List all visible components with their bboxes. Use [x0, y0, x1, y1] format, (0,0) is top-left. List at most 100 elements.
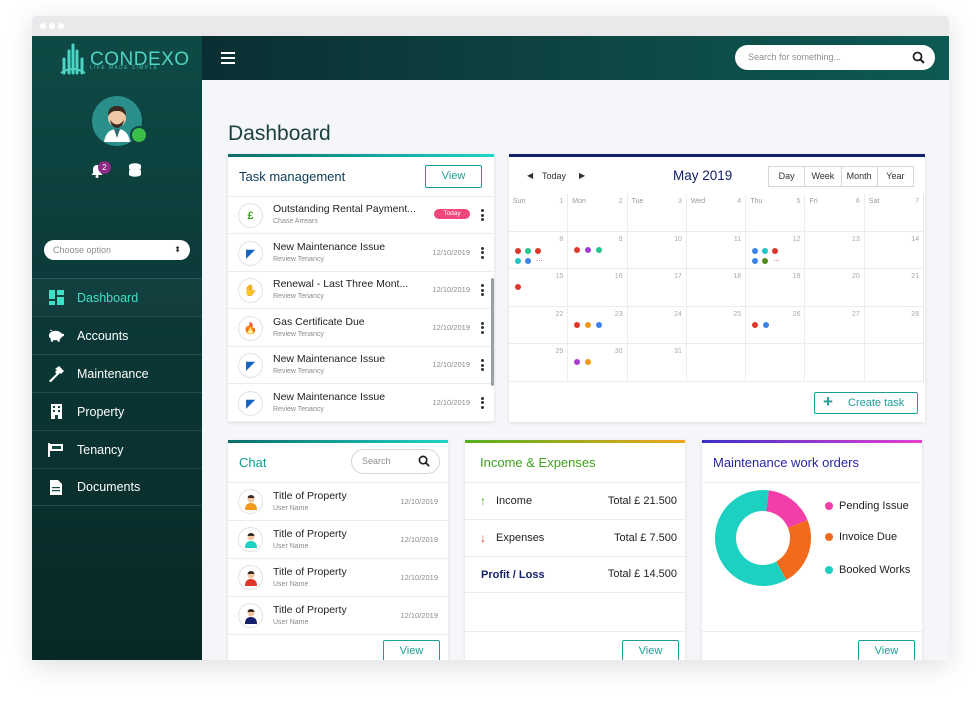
view-year-button[interactable]: Year [878, 167, 913, 186]
task-row[interactable]: £ Outstanding Rental Payment... Chase Arre… [228, 197, 494, 234]
more-options-icon[interactable] [481, 359, 484, 371]
sidebar-item-tenancy[interactable]: Tenancy [32, 430, 202, 468]
calendar-today-button[interactable]: Today [542, 171, 566, 181]
chat-search-input[interactable]: Search [351, 449, 440, 474]
calendar-day-cell[interactable]: 8... [509, 231, 569, 269]
event-dot[interactable] [585, 246, 592, 253]
calendar-day-cell[interactable]: 28 [864, 306, 925, 344]
chat-item[interactable]: Title of Property User Name 12/10/2019 [228, 559, 448, 597]
event-dot[interactable] [574, 321, 581, 328]
event-dot[interactable] [596, 246, 603, 253]
calendar-day-cell[interactable] [686, 344, 747, 382]
calendar-day-cell[interactable]: 24 [627, 306, 687, 344]
calendar-day-cell[interactable]: 13 [805, 231, 865, 269]
event-dot[interactable] [596, 321, 603, 328]
calendar-day-cell[interactable]: 19 [746, 269, 806, 307]
calendar-day-cell[interactable]: 18 [686, 269, 747, 307]
sidebar-item-maintenance[interactable]: Maintenance [32, 354, 202, 392]
more-events[interactable]: ... [773, 254, 780, 263]
event-dot[interactable] [763, 321, 770, 328]
calendar-day-cell[interactable]: 22 [509, 306, 569, 344]
sidebar-item-dashboard[interactable]: Dashboard [32, 278, 202, 316]
event-dot[interactable] [515, 247, 521, 254]
task-row[interactable]: 🔥 Gas Certificate Due Review Tenancy 12/10/… [228, 310, 494, 347]
choose-option-select[interactable]: Choose option ⬍ [44, 240, 190, 260]
calendar-day-cell[interactable]: 11 [686, 231, 747, 269]
task-row[interactable]: ◤ New Maintenance Issue Review Tenancy 12/1… [228, 347, 494, 384]
calendar-day-cell[interactable]: 27 [805, 306, 865, 344]
global-search-input[interactable]: Search for something... [735, 45, 935, 70]
more-options-icon[interactable] [481, 246, 484, 259]
maintenance-view-button[interactable]: View [858, 640, 915, 660]
event-dot[interactable] [574, 246, 581, 253]
calendar-day-cell[interactable]: Wed 4 [686, 194, 747, 232]
calendar-day-cell[interactable]: 9 [568, 231, 628, 269]
income-view-button[interactable]: View [622, 640, 679, 660]
calendar-day-cell[interactable]: 21 [864, 269, 925, 307]
task-list-scrollbar[interactable] [491, 278, 494, 386]
calendar-day-cell[interactable]: 23 [568, 306, 628, 344]
coins-icon[interactable] [127, 162, 143, 178]
event-dot[interactable] [762, 257, 769, 264]
calendar-day-cell[interactable]: 10 [627, 231, 687, 269]
prev-month-icon[interactable]: ◀ [527, 171, 533, 180]
chat-item[interactable]: Title of Property User Name 12/10/2019 [228, 521, 448, 559]
chat-item[interactable]: Title of Property User Name 12/10/2019 [228, 483, 448, 521]
calendar-day-cell[interactable]: 29 [509, 344, 569, 382]
event-dot[interactable] [752, 257, 759, 264]
calendar-day-cell[interactable]: 17 [627, 269, 687, 307]
calendar-day-cell[interactable]: Sun 1 [509, 194, 569, 232]
donut-slice-invoice-due[interactable] [776, 520, 811, 580]
event-dot[interactable] [574, 359, 581, 365]
create-task-button[interactable]: + Create task [814, 392, 918, 414]
search-icon[interactable] [912, 51, 925, 64]
event-dot[interactable] [525, 247, 531, 254]
event-dot[interactable] [585, 321, 592, 328]
chat-item[interactable]: Title of Property User Name 12/10/2019 [228, 597, 448, 635]
hamburger-menu-icon[interactable] [221, 52, 235, 64]
event-dot[interactable] [525, 257, 531, 264]
calendar-day-cell[interactable]: 25 [686, 306, 747, 344]
chat-view-button[interactable]: View [383, 640, 440, 660]
more-options-icon[interactable] [481, 321, 484, 334]
calendar-day-cell[interactable]: 12... [746, 231, 806, 269]
tasks-view-button[interactable]: View [425, 165, 482, 188]
event-dot[interactable] [515, 284, 521, 290]
view-month-button[interactable]: Month [842, 167, 878, 186]
calendar-day-cell[interactable]: 16 [568, 269, 628, 307]
event-dot[interactable] [515, 257, 521, 264]
view-week-button[interactable]: Week [805, 167, 842, 186]
calendar-day-cell[interactable]: 14 [864, 231, 925, 269]
sidebar-item-documents[interactable]: Documents [32, 468, 202, 506]
event-dot[interactable] [752, 247, 759, 254]
task-row[interactable]: ◤ New Maintenance Issue Review Tenancy 12/1… [228, 385, 494, 422]
more-events[interactable]: ... [536, 254, 543, 263]
calendar-day-cell[interactable] [805, 344, 865, 382]
calendar-day-cell[interactable]: Fri 6 [805, 194, 865, 232]
view-day-button[interactable]: Day [769, 167, 806, 186]
calendar-day-cell[interactable]: 20 [805, 269, 865, 307]
task-row[interactable]: ✋ Renewal - Last Three Mont... Review Tena… [228, 272, 494, 309]
event-dot[interactable] [585, 359, 592, 365]
calendar-day-cell[interactable]: Mon 2 [568, 194, 628, 232]
calendar-day-cell[interactable] [746, 344, 806, 382]
search-icon[interactable] [418, 455, 430, 467]
more-options-icon[interactable] [481, 284, 484, 296]
event-dot[interactable] [752, 321, 759, 328]
calendar-day-cell[interactable]: Thu 5 [746, 194, 806, 232]
sidebar-item-property[interactable]: Property [32, 392, 202, 430]
calendar-day-cell[interactable] [864, 344, 925, 382]
calendar-day-cell[interactable]: 26 [746, 306, 806, 344]
next-month-icon[interactable]: ▶ [579, 171, 585, 180]
task-row[interactable]: ◤ New Maintenance Issue Review Tenancy 12/1… [228, 235, 494, 272]
donut-slice-pending-issue[interactable] [766, 490, 808, 528]
calendar-day-cell[interactable]: 30 [568, 344, 628, 382]
calendar-day-cell[interactable]: 15 [509, 269, 569, 307]
more-options-icon[interactable] [481, 396, 484, 409]
event-dot[interactable] [762, 247, 769, 254]
calendar-day-cell[interactable]: Sat 7 [864, 194, 925, 232]
more-options-icon[interactable] [481, 209, 484, 221]
calendar-day-cell[interactable]: Tue 3 [627, 194, 687, 232]
calendar-day-cell[interactable]: 31 [627, 344, 687, 382]
sidebar-item-accounts[interactable]: Accounts [32, 316, 202, 354]
